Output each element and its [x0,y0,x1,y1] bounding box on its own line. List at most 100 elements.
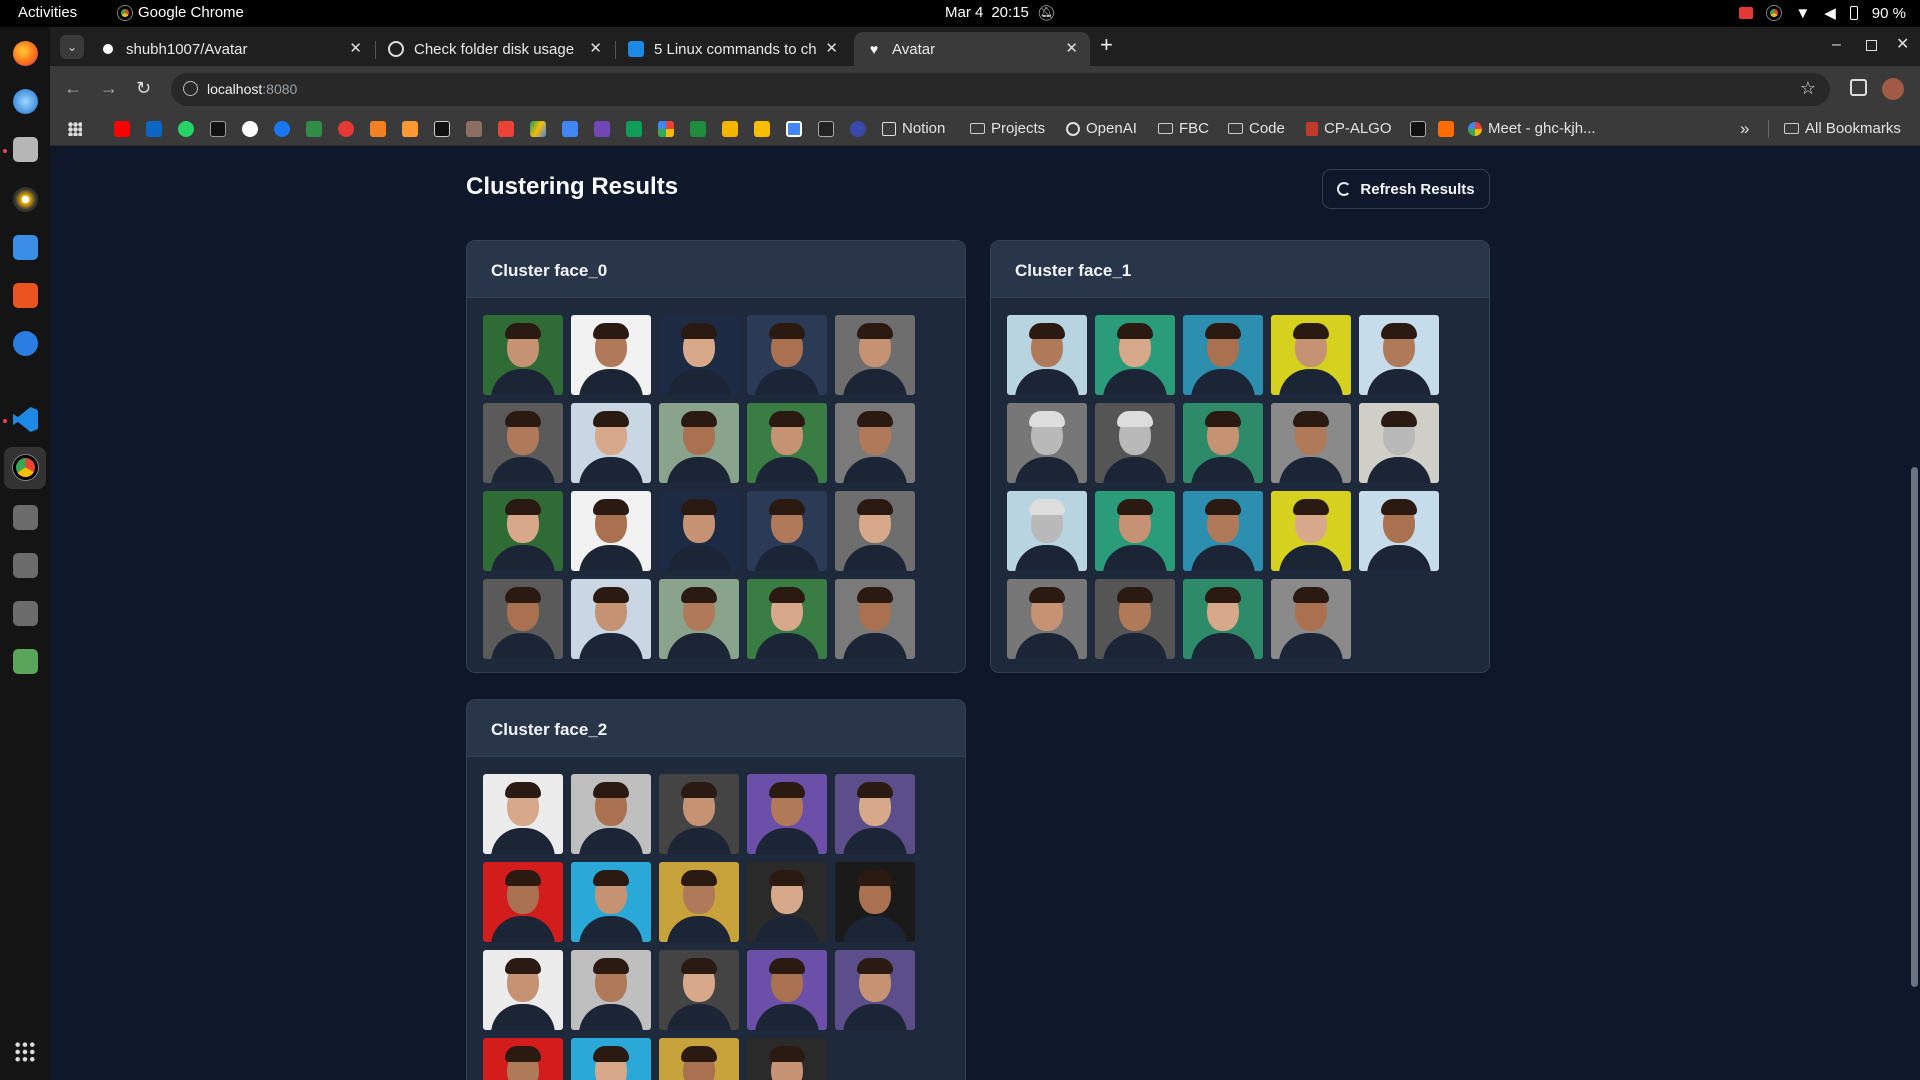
clock[interactable]: Mar 4 20:15 🔕︎ [945,4,1056,22]
thunderbird-icon[interactable] [13,89,38,114]
face-thumbnail[interactable] [483,315,563,395]
bookmark-fbc[interactable]: FBC [1158,120,1209,137]
face-thumbnail[interactable] [1271,491,1351,571]
vscode-icon[interactable] [13,407,38,432]
face-thumbnail[interactable] [659,862,739,942]
face-thumbnail[interactable] [835,403,915,483]
apps-grid-icon[interactable] [68,122,82,136]
files-icon[interactable] [13,137,38,162]
tab-avatar[interactable]: ♥ Avatar ✕ [854,32,1090,66]
sheets-icon[interactable] [626,121,642,137]
face-thumbnail[interactable] [571,1038,651,1080]
tab-chatgpt[interactable]: Check folder disk usage ✕ [376,32,614,66]
whatsapp-icon[interactable] [178,121,194,137]
close-icon[interactable]: ✕ [825,39,838,57]
app-menu[interactable]: Google Chrome [118,4,244,21]
drive-bookmark-icon[interactable] [530,121,546,137]
face-thumbnail[interactable] [835,862,915,942]
calendar-icon[interactable] [786,121,802,137]
face-thumbnail[interactable] [483,579,563,659]
profile-avatar[interactable] [1882,78,1904,100]
activities-button[interactable]: Activities [18,4,77,21]
classroom-icon[interactable] [690,121,706,137]
stackoverflow-icon[interactable] [370,121,386,137]
face-thumbnail[interactable] [1183,491,1263,571]
face-thumbnail[interactable] [747,774,827,854]
tab-github[interactable]: shubh1007/Avatar ✕ [88,32,374,66]
firefox-icon[interactable] [13,41,38,66]
bookmark-star-icon[interactable]: ☆ [1800,78,1816,99]
face-thumbnail[interactable] [747,315,827,395]
face-thumbnail[interactable] [1007,579,1087,659]
bookmark-red-icon[interactable] [338,121,354,137]
rhythmbox-icon[interactable] [13,187,38,212]
face-thumbnail[interactable] [747,491,827,571]
trash-icon[interactable] [13,649,38,674]
face-thumbnail[interactable] [483,1038,563,1080]
face-thumbnail[interactable] [659,579,739,659]
github-bookmark-icon[interactable] [242,121,258,137]
face-thumbnail[interactable] [747,950,827,1030]
dr-icon[interactable] [818,121,834,137]
help-icon[interactable] [13,331,38,356]
face-thumbnail[interactable] [1007,403,1087,483]
scrollbar-thumb[interactable] [1911,467,1918,987]
x-twitter-icon[interactable] [210,121,226,137]
refresh-results-button[interactable]: Refresh Results [1322,169,1490,209]
close-icon[interactable]: ✕ [589,39,602,57]
slides-icon[interactable] [722,121,738,137]
forms-icon[interactable] [594,121,610,137]
face-thumbnail[interactable] [835,491,915,571]
drive-icon-2[interactable] [13,553,38,578]
face-thumbnail[interactable] [483,774,563,854]
reload-icon[interactable]: ↻ [136,78,151,99]
face-thumbnail[interactable] [571,579,651,659]
face-thumbnail[interactable] [571,774,651,854]
face-thumbnail[interactable] [1007,491,1087,571]
bookmark-openai[interactable]: OpenAI [1066,120,1137,137]
more-bookmarks-icon[interactable]: » [1740,119,1749,139]
bookmark-all[interactable]: All Bookmarks [1784,120,1901,137]
linkedin-icon[interactable] [146,121,162,137]
face-thumbnail[interactable] [1095,315,1175,395]
close-window-icon[interactable]: ✕ [1896,34,1909,54]
va-icon[interactable] [434,121,450,137]
face-thumbnail[interactable] [1183,403,1263,483]
address-bar[interactable]: localhost:8080 ☆ [171,73,1830,106]
face-thumbnail[interactable] [1183,315,1263,395]
face-thumbnail[interactable] [1271,403,1351,483]
bookmark-notion[interactable]: Notion [882,120,945,137]
bookmark-projects[interactable]: Projects [970,120,1045,137]
bookmark-orange-icon[interactable] [1438,121,1454,137]
face-thumbnail[interactable] [1095,491,1175,571]
face-thumbnail[interactable] [483,491,563,571]
face-thumbnail[interactable] [747,862,827,942]
face-thumbnail[interactable] [659,315,739,395]
menu-icon[interactable]: ⋮ [1914,76,1920,97]
face-thumbnail[interactable] [571,862,651,942]
face-thumbnail[interactable] [747,403,827,483]
maximize-icon[interactable] [1866,40,1877,51]
dev-icon[interactable] [1410,121,1426,137]
face-thumbnail[interactable] [571,315,651,395]
face-thumbnail[interactable] [1095,403,1175,483]
gmail-icon[interactable] [498,121,514,137]
photos-icon[interactable] [658,121,674,137]
bookmark-code[interactable]: Code [1228,120,1285,137]
new-tab-button[interactable]: + [1100,32,1113,58]
keep-icon[interactable] [754,121,770,137]
drive-icon[interactable] [13,505,38,530]
face-thumbnail[interactable] [1271,579,1351,659]
tab-search-button[interactable]: ⌄ [60,35,84,59]
writer-icon[interactable] [13,235,38,260]
system-tray[interactable]: ▼ ◀ 90 % [1739,4,1906,22]
face-thumbnail[interactable] [835,579,915,659]
minimize-icon[interactable]: – [1832,36,1841,54]
youtube-icon[interactable] [114,121,130,137]
face-thumbnail[interactable] [483,403,563,483]
face-thumbnail[interactable] [835,774,915,854]
forward-icon[interactable]: → [100,78,118,99]
show-apps-icon[interactable] [14,1041,36,1063]
face-thumbnail[interactable] [1007,315,1087,395]
face-thumbnail[interactable] [571,950,651,1030]
